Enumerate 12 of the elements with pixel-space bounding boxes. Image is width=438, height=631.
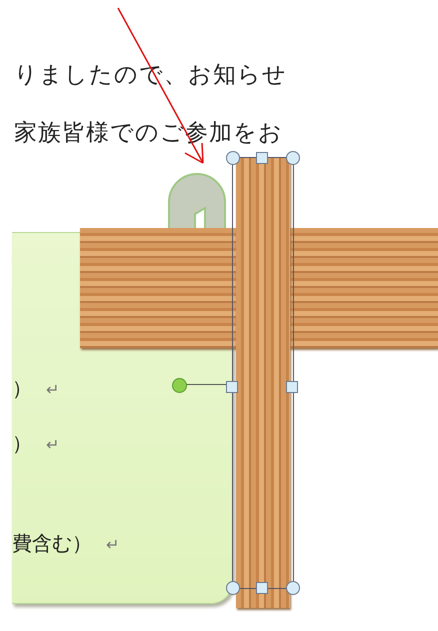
card-text-line: ） ↵ [12, 375, 60, 402]
rotation-connector [186, 384, 226, 385]
resize-handle[interactable] [286, 151, 300, 165]
resize-handle[interactable] [286, 581, 300, 595]
resize-handle[interactable] [226, 381, 238, 393]
card-text-line: 費含む） ↵ [12, 530, 120, 557]
resize-handle[interactable] [226, 151, 240, 165]
resize-handle[interactable] [256, 582, 268, 594]
resize-handle[interactable] [286, 381, 298, 393]
card-text-line: ） ↵ [12, 430, 60, 457]
resize-handle[interactable] [256, 152, 268, 164]
document-text-line: 家族皆様でのご参加をお [14, 119, 284, 148]
